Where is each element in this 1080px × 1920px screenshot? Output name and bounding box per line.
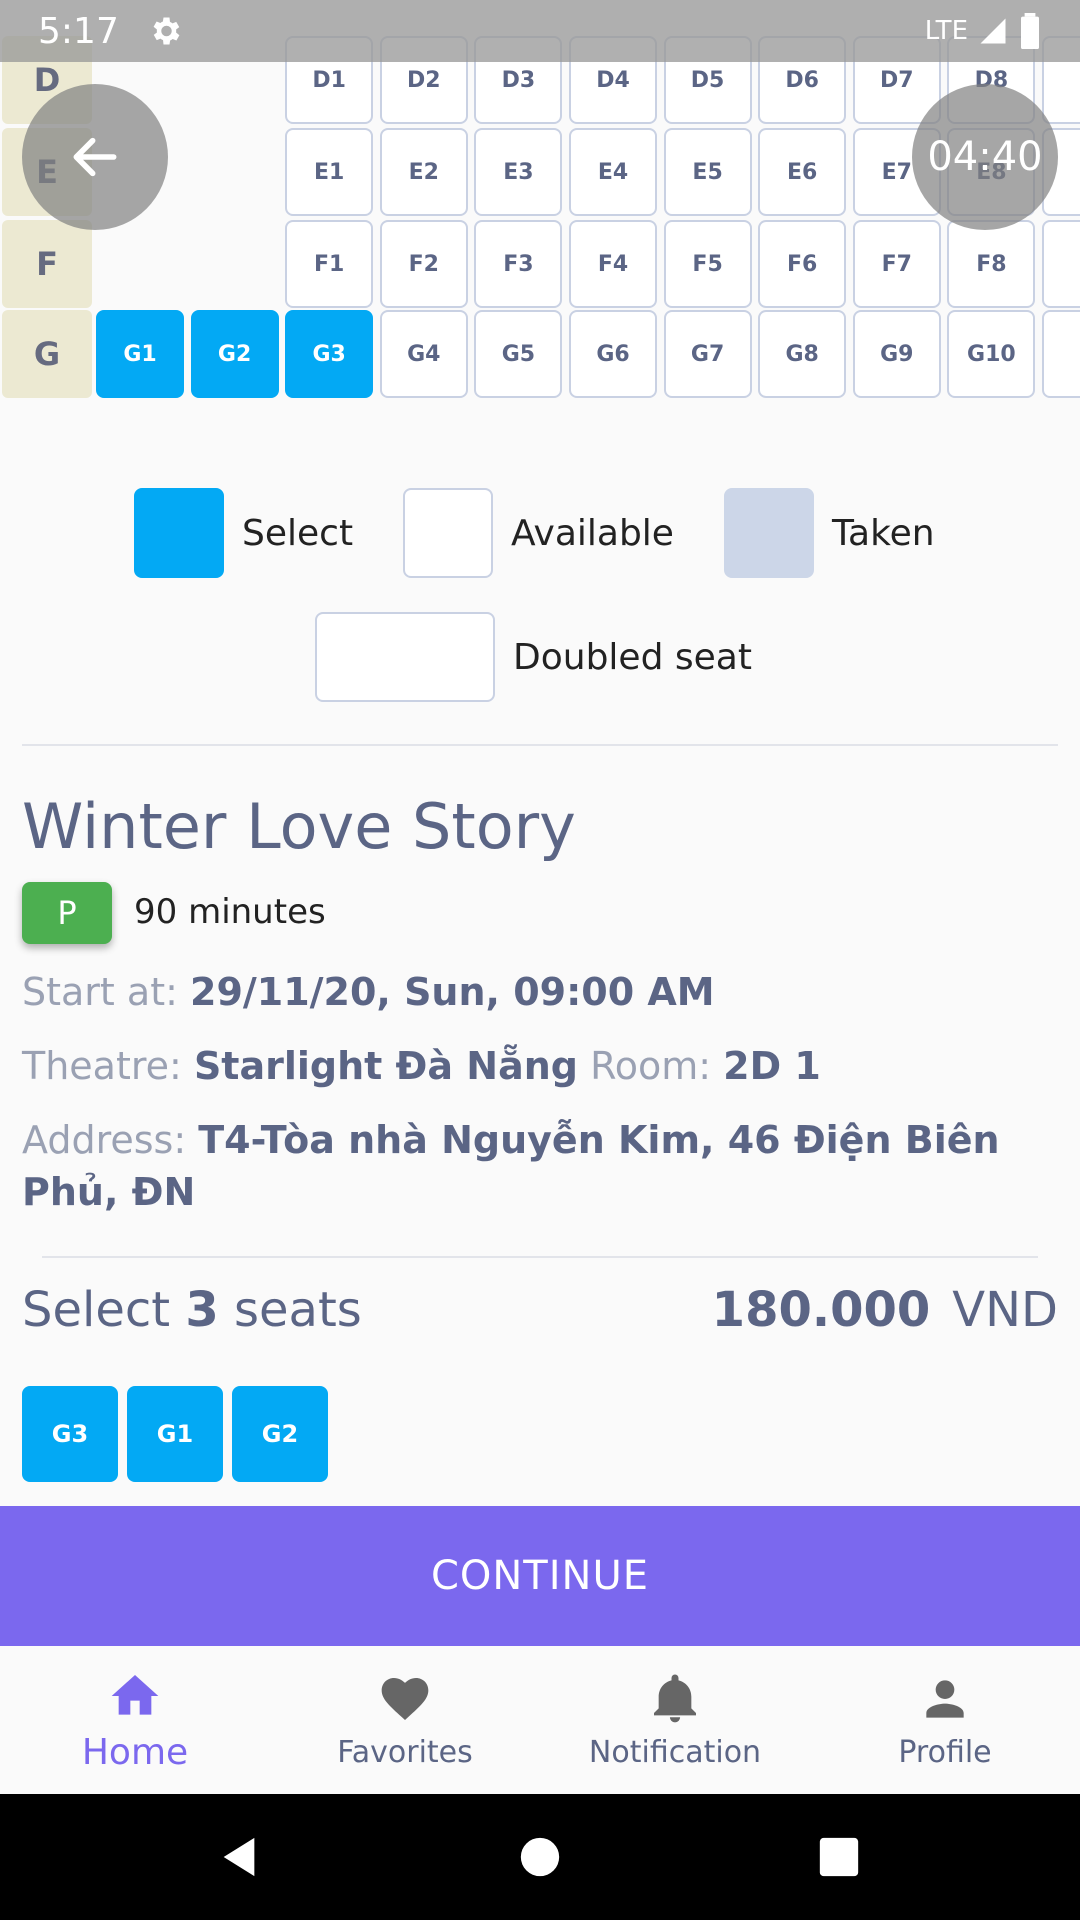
address-label: Address: [22,1118,187,1162]
seat-button[interactable]: E4 [569,128,657,216]
theatre-value: Starlight Đà Nẵng [193,1044,578,1088]
address-line: Address: T4-Tòa nhà Nguyễn Kim, 46 Điện … [22,1114,1062,1218]
recents-square-icon[interactable] [816,1834,862,1880]
start-time-line: Start at: 29/11/20, Sun, 09:00 AM [22,966,1062,1018]
select-suffix: seats [234,1282,362,1338]
seat-button[interactable]: E3 [474,128,563,216]
network-label: LTE [924,16,968,46]
countdown-timer: 04:40 [912,84,1058,230]
status-time: 5:17 [38,10,119,52]
legend-available: Available [403,488,674,578]
theatre-label: Theatre: [22,1044,182,1088]
nav-notification-label: Notification [588,1734,762,1770]
gear-icon [153,17,180,45]
seat-button[interactable]: G4 [379,310,468,398]
seat-button[interactable]: F7 [852,220,941,308]
divider [42,1256,1038,1258]
home-icon [111,1674,159,1715]
nav-notification[interactable]: Notification [540,1646,810,1794]
selected-seat-chip[interactable]: G3 [22,1386,118,1482]
room-value: 2D 1 [723,1044,821,1088]
seat-selection-screen: DD1D2D3D4D5D6D7D8EE1E2E3E4E5E6E7E8FF1F2F… [0,0,1080,1920]
signal-icon [980,18,1006,44]
nav-profile[interactable]: Profile [810,1646,1080,1794]
legend-select-swatch [134,488,224,578]
room-label: Room: [590,1044,712,1088]
row-label: G [2,310,92,398]
seat-button[interactable]: G5 [474,310,563,398]
currency: VND [952,1282,1058,1338]
status-icons: LTE [925,13,1042,49]
nav-home[interactable]: Home [0,1646,270,1794]
seat-count: 3 [185,1282,219,1338]
bell-icon [654,1674,696,1722]
bottom-nav: Home Favorites Notification Profile [0,1646,1080,1794]
seat-button[interactable]: F3 [474,220,563,308]
legend-doubled-label: Doubled seat [513,636,752,678]
nav-profile-label: Profile [898,1734,992,1770]
nav-favorites-label: Favorites [337,1734,473,1770]
movie-duration: 90 minutes [134,892,326,932]
seat-row: F F1 F2 F3 F4 F5 F6 F7 F8 [0,220,1080,308]
seat-button[interactable]: F6 [758,220,847,308]
theatre-line: Theatre: Starlight Đà Nẵng Room: 2D 1 [22,1040,1062,1092]
divider [22,744,1058,746]
seat-button[interactable]: F5 [663,220,752,308]
rating-badge: P [22,882,112,944]
legend-doubled-swatch [315,612,495,702]
seat-button[interactable]: G9 [852,310,941,398]
back-button[interactable] [22,84,168,230]
legend-select-label: Select [242,512,354,554]
seat-button[interactable]: G2 [190,310,279,398]
legend-doubled: Doubled seat [315,612,752,702]
seat-button[interactable]: E2 [379,128,468,216]
start-label: Start at: [22,970,178,1014]
seat-button-partial[interactable] [1042,220,1080,308]
seat-button[interactable]: G1 [96,310,184,398]
system-nav-bar [0,1794,1080,1920]
row-label: F [2,220,92,308]
continue-button[interactable]: CONTINUE [0,1506,1080,1646]
arrow-left-icon [73,137,117,177]
home-circle-icon[interactable] [517,1834,563,1880]
seat-button[interactable]: G3 [285,310,374,398]
battery-icon [1021,13,1039,49]
seat-button-partial[interactable] [1042,310,1080,398]
legend-taken-label: Taken [832,512,935,554]
seat-button[interactable]: E5 [663,128,752,216]
legend-taken-swatch [724,488,814,578]
back-triangle-icon[interactable] [216,1834,262,1880]
seat-button[interactable]: E1 [285,128,374,216]
heart-icon [381,1677,429,1720]
seat-button[interactable]: G6 [569,310,657,398]
legend-available-label: Available [511,512,674,554]
legend-taken: Taken [724,488,935,578]
total-price: 180.000 VND [712,1282,1058,1338]
seat-button[interactable]: F2 [379,220,468,308]
legend-available-swatch [403,488,493,578]
selected-seat-chip[interactable]: G2 [232,1386,328,1482]
seat-button[interactable]: E6 [758,128,847,216]
legend-select: Select [134,488,353,578]
person-icon [926,1679,964,1718]
start-value: 29/11/20, Sun, 09:00 AM [190,970,715,1014]
seat-button[interactable]: G10 [947,310,1036,398]
seat-button[interactable]: G7 [663,310,752,398]
seat-button[interactable]: F1 [285,220,374,308]
selected-count: Select 3 seats [22,1282,362,1338]
nav-favorites[interactable]: Favorites [270,1646,540,1794]
price-value: 180.000 [711,1282,931,1338]
select-prefix: Select [22,1282,171,1338]
nav-home-label: Home [81,1731,189,1773]
seat-button[interactable]: G8 [758,310,847,398]
movie-title: Winter Love Story [22,790,576,863]
selected-seat-chip[interactable]: G1 [127,1386,223,1482]
seat-button[interactable]: F4 [569,220,657,308]
status-bar: 5:17 LTE [0,0,1080,62]
seat-button[interactable]: F8 [947,220,1036,308]
seat-row: G G1 G2 G3 G4 G5 G6 G7 G8 G9 G10 [0,310,1080,398]
